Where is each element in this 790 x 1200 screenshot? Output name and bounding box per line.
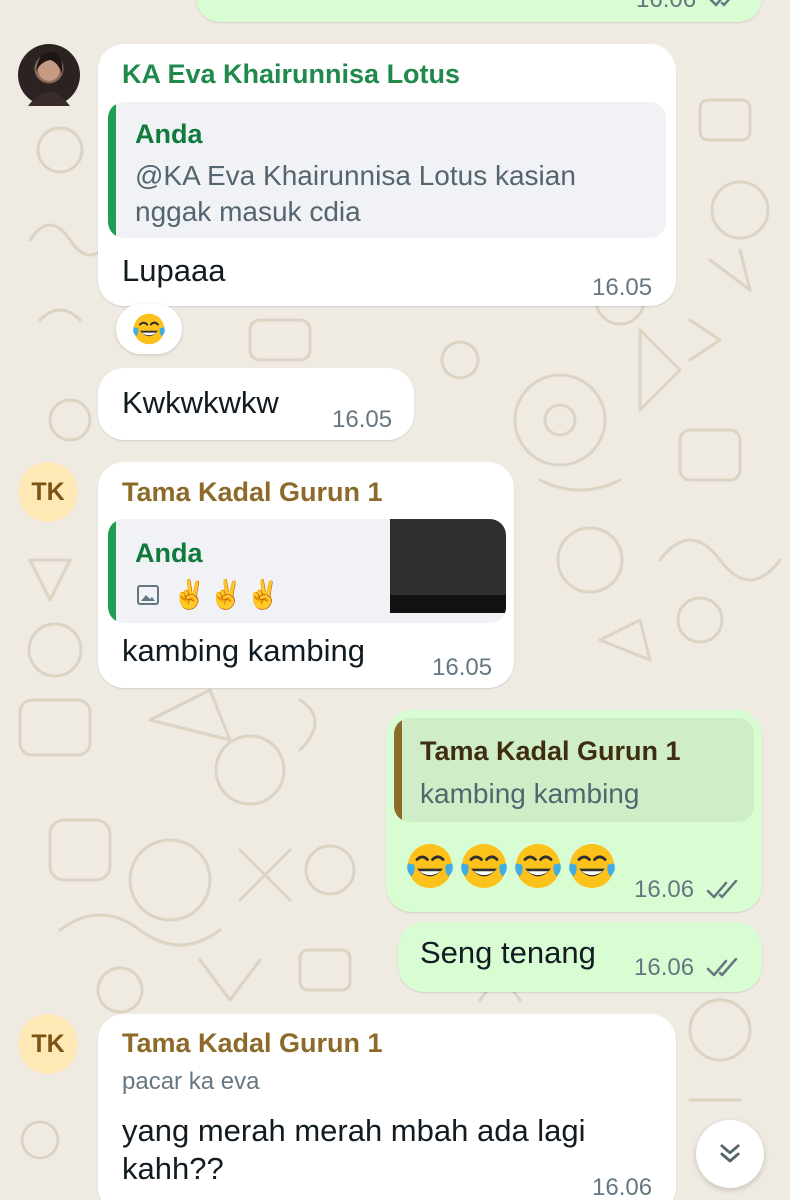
quote-text: @KA Eva Khairunnisa Lotus kasian [135, 160, 576, 191]
message-text: yang merah merah mbah ada lagi [122, 1113, 586, 1148]
message-text: kahh?? [122, 1151, 224, 1186]
quote-thumbnail [390, 519, 506, 613]
message-time: 16.05 [592, 274, 653, 301]
quote-bar [394, 718, 402, 822]
quote-sender: Anda [135, 119, 203, 149]
read-ticks-icon [709, 0, 731, 7]
message-text: Kwkwkwkw [122, 385, 279, 420]
message-time: 16.05 [332, 406, 393, 433]
read-ticks-icon [706, 958, 738, 977]
quote-emojis: ✌️✌️✌️ [172, 579, 283, 610]
quote-bar [108, 519, 116, 623]
avatar[interactable] [18, 44, 80, 106]
quote-bar [108, 102, 116, 238]
message-time: 16.06 [634, 876, 695, 903]
emoji-row [404, 840, 620, 892]
face-with-tears-of-joy-icon [569, 843, 615, 889]
message-time: 16.05 [432, 654, 493, 681]
sender-name[interactable]: Tama Kadal Gurun 1 [122, 1028, 383, 1059]
quote-sender: Tama Kadal Gurun 1 [420, 736, 681, 766]
sender-name[interactable]: KA Eva Khairunnisa Lotus [122, 59, 460, 90]
chat-area: 16.06 KA Eva Khairunnisa Lotus Anda @KA … [0, 0, 790, 1200]
face-with-tears-of-joy-icon [515, 843, 561, 889]
face-with-tears-of-joy-icon [407, 843, 453, 889]
scroll-to-bottom-button[interactable] [696, 1120, 764, 1188]
face-with-tears-of-joy-icon [461, 843, 507, 889]
message-text: kambing kambing [122, 633, 365, 668]
sender-subtitle: pacar ka eva [122, 1068, 260, 1095]
image-icon [137, 585, 159, 605]
quoted-message[interactable]: Tama Kadal Gurun 1 kambing kambing [394, 718, 754, 822]
reaction-badge[interactable] [116, 304, 182, 354]
message-time: 16.06 [634, 954, 695, 981]
quote-text: nggak masuk cdia [135, 196, 361, 227]
avatar[interactable]: TK [18, 462, 78, 522]
message-text: Seng tenang [420, 935, 596, 970]
quoted-message[interactable]: Anda @KA Eva Khairunnisa Lotus kasian ng… [108, 102, 666, 238]
message-time: 16.06 [636, 0, 696, 14]
face-with-tears-of-joy-icon [133, 313, 165, 345]
message-time: 16.06 [592, 1174, 653, 1200]
quote-text: kambing kambing [420, 778, 640, 809]
avatar[interactable]: TK [18, 1014, 78, 1074]
sender-name[interactable]: Tama Kadal Gurun 1 [122, 477, 383, 508]
quote-sender: Anda [135, 538, 203, 568]
read-ticks-icon [706, 880, 738, 899]
double-chevron-down-icon [720, 1144, 740, 1163]
message-text: Lupaaa [122, 253, 226, 288]
quoted-message[interactable]: Anda ✌️✌️✌️ [108, 519, 506, 623]
profile-photo-icon [28, 52, 70, 106]
